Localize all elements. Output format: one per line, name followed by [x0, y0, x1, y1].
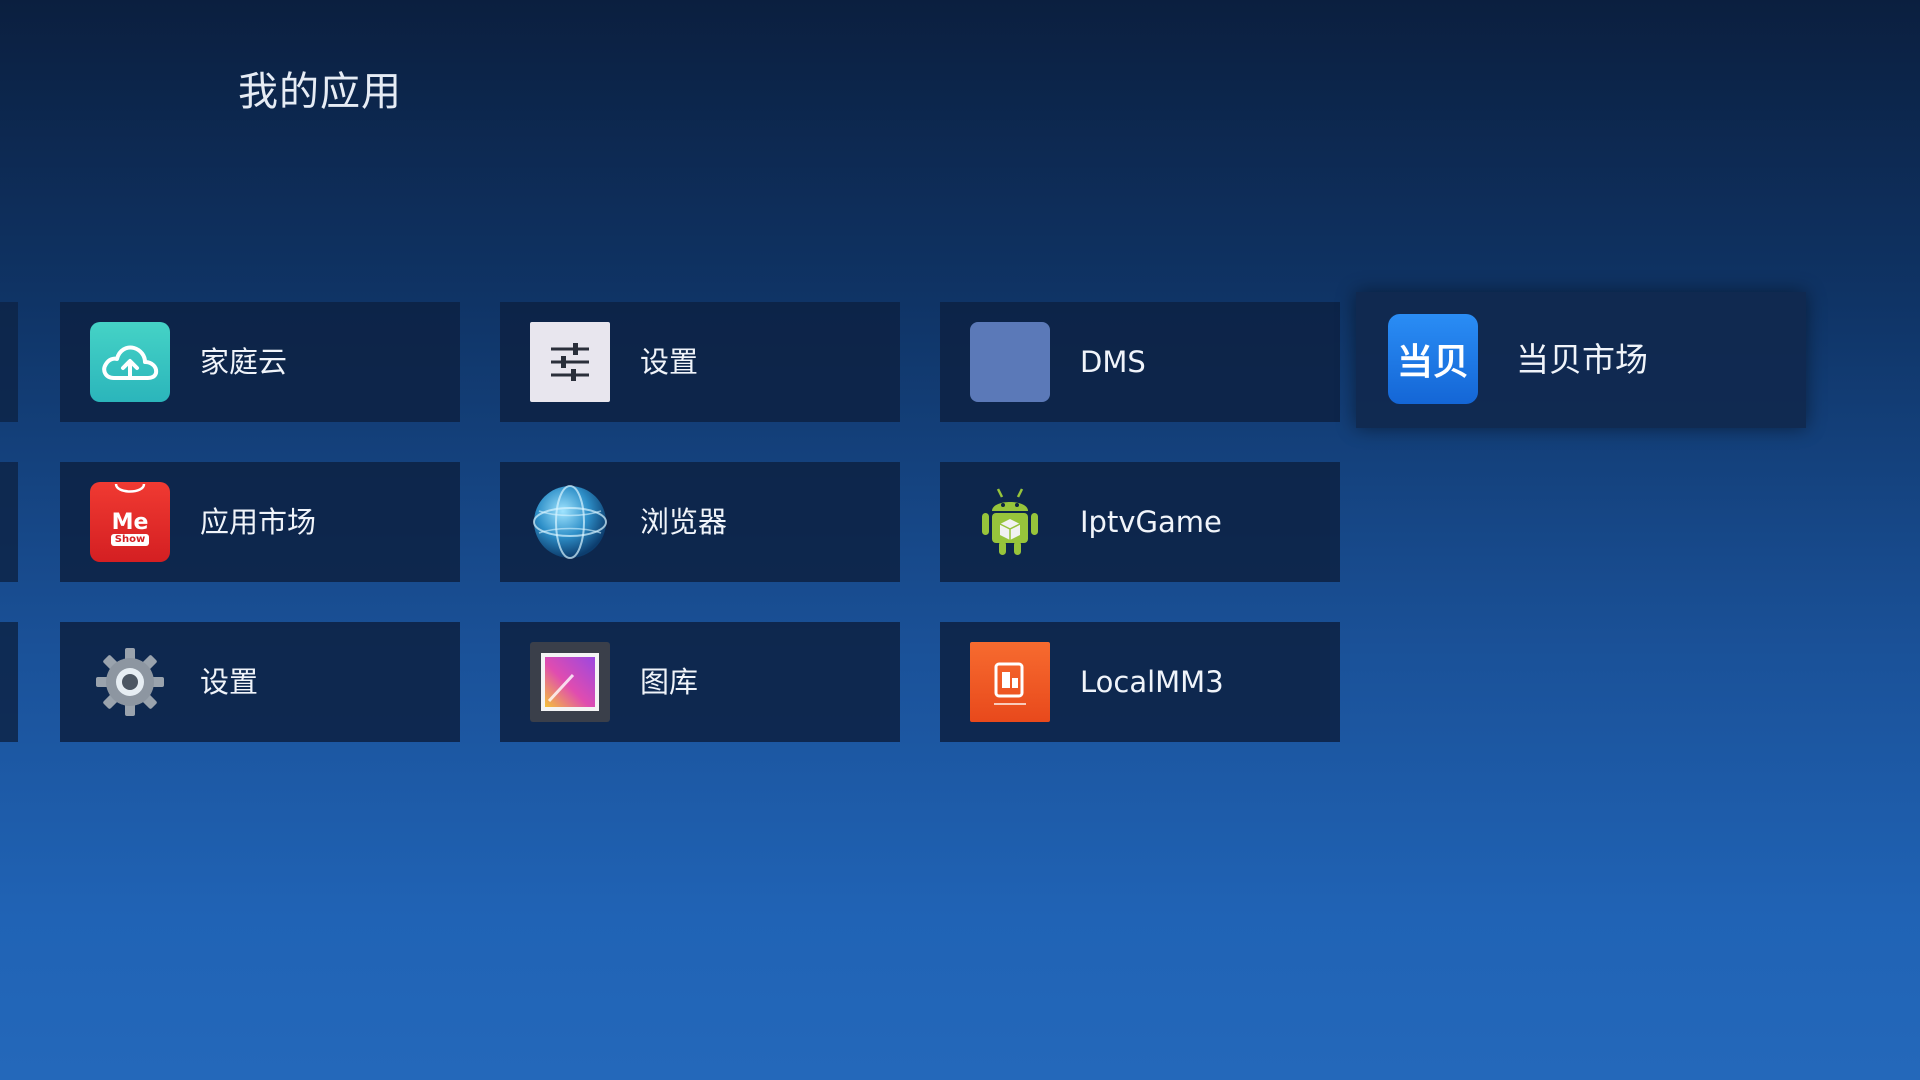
sliders-icon — [530, 322, 610, 402]
dangbei-market-icon: 当贝 — [1388, 314, 1478, 404]
offscreen-tile-edge[interactable] — [0, 462, 18, 582]
app-label: 图库 — [640, 665, 699, 699]
localmm-icon — [970, 642, 1050, 722]
app-tile-dangbei-market[interactable]: 当贝 当贝市场 — [1356, 292, 1806, 428]
app-tile-app-market[interactable]: Me Show 应用市场 — [60, 462, 460, 582]
app-label: 设置 — [640, 345, 699, 379]
app-tile-home-cloud[interactable]: 家庭云 — [60, 302, 460, 422]
app-label: 应用市场 — [200, 505, 317, 539]
icon-logo-subtext: Show — [110, 534, 150, 546]
offscreen-tile-edge[interactable] — [0, 622, 18, 742]
meshow-bag-icon: Me Show — [90, 482, 170, 562]
app-tile-iptvgame[interactable]: IptvGame — [940, 462, 1340, 582]
page-title: 我的应用 — [238, 69, 402, 115]
app-tile-gallery[interactable]: 图库 — [500, 622, 900, 742]
app-label: DMS — [1080, 345, 1146, 379]
gallery-icon — [530, 642, 610, 722]
app-tile-localmm3[interactable]: LocalMM3 — [940, 622, 1340, 742]
app-label: LocalMM3 — [1080, 665, 1224, 699]
app-tile-browser[interactable]: 浏览器 — [500, 462, 900, 582]
app-label: 当贝市场 — [1516, 340, 1648, 379]
cloud-icon — [90, 322, 170, 402]
app-label: IptvGame — [1080, 505, 1222, 539]
icon-logo-text: Me — [111, 510, 149, 535]
icon-logo-text: 当贝 — [1396, 342, 1469, 383]
gear-icon — [90, 642, 170, 722]
app-label: 设置 — [200, 665, 259, 699]
android-icon — [970, 482, 1050, 562]
app-label: 浏览器 — [640, 505, 728, 539]
app-tile-settings-gear[interactable]: 设置 — [60, 622, 460, 742]
app-label: 家庭云 — [200, 345, 288, 379]
globe-icon — [530, 482, 610, 562]
app-tile-settings-sliders[interactable]: 设置 — [500, 302, 900, 422]
app-tile-dms[interactable]: DMS — [940, 302, 1340, 422]
blank-square-icon — [970, 322, 1050, 402]
offscreen-tile-edge[interactable] — [0, 302, 18, 422]
